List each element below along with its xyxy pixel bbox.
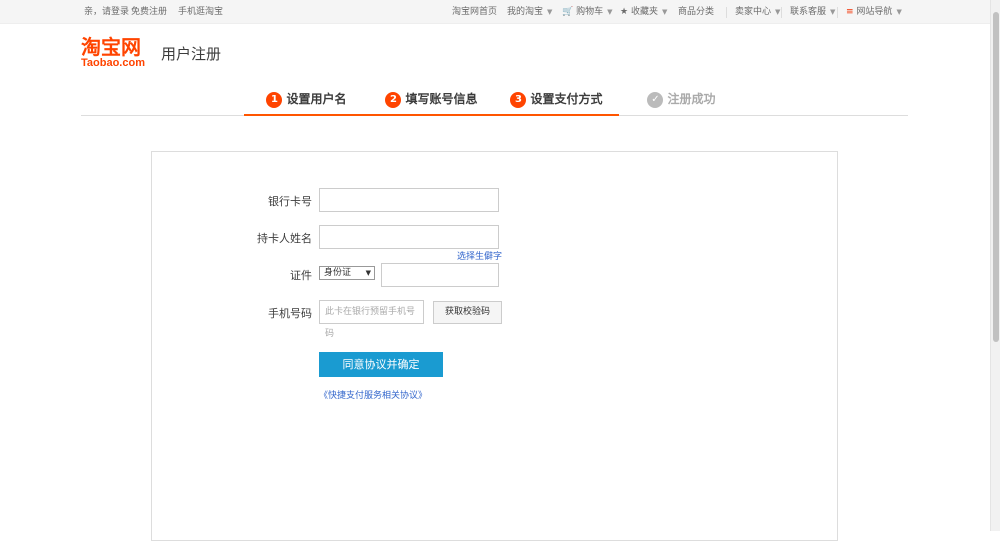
register-link[interactable]: 免费注册 <box>131 7 167 18</box>
logo-text-en: Taobao.com <box>81 57 145 69</box>
id-type-value: 身份证 <box>324 268 352 278</box>
logo-text-cn: 淘宝网 <box>81 35 141 59</box>
cardholder-name-label: 持卡人姓名 <box>257 232 312 245</box>
divider <box>781 7 782 18</box>
id-document-label: 证件 <box>290 269 312 282</box>
card-number-label: 银行卡号 <box>268 195 312 208</box>
phone-number-input[interactable]: 此卡在银行预留手机号码 <box>319 300 424 339</box>
my-taobao-menu[interactable]: 我的淘宝 ▼ <box>507 7 552 18</box>
chevron-down-icon: ▼ <box>896 8 902 16</box>
check-icon: ✓ <box>647 92 664 108</box>
chevron-down-icon: ▼ <box>661 8 668 16</box>
chevron-down-icon: ▼ <box>830 8 836 16</box>
menu-icon: ≡ <box>846 7 854 17</box>
quick-pay-agreement-link[interactable]: 《快捷支付服务相关协议》 <box>319 391 427 402</box>
chevron-down-icon: ▼ <box>607 8 613 16</box>
phone-number-label: 手机号码 <box>268 307 312 320</box>
contact-menu[interactable]: 联系客服 ▼ <box>790 7 835 18</box>
rare-character-link[interactable]: 选择生僻字 <box>457 252 502 263</box>
card-number-input[interactable] <box>319 188 499 212</box>
payment-form-panel: 银行卡号 持卡人姓名 选择生僻字 证件 身份证 ▼ 手机号码 此卡在银行预留手机号… <box>151 151 838 541</box>
step-number-badge: 1 <box>266 92 283 108</box>
step-registration-success: ✓ 注册成功 <box>619 86 744 116</box>
get-verification-code-button[interactable]: 获取校验码 <box>433 301 502 324</box>
cart-label: 购物车 <box>576 7 604 17</box>
chevron-down-icon: ▼ <box>775 8 781 16</box>
favorites-label: 收藏夹 <box>630 7 658 17</box>
step-label: 设置用户名 <box>286 92 347 106</box>
login-link[interactable]: 亲，请登录 <box>84 7 129 18</box>
id-number-input[interactable] <box>381 263 499 287</box>
contact-label: 联系客服 <box>790 7 827 17</box>
step-account-info: 2 填写账号信息 <box>369 86 494 116</box>
vertical-scrollbar[interactable] <box>990 0 1000 531</box>
seller-center-menu[interactable]: 卖家中心 ▼ <box>735 7 780 18</box>
star-icon: ★ <box>620 7 629 17</box>
step-label: 设置支付方式 <box>530 92 603 106</box>
scrollbar-thumb[interactable] <box>993 12 999 342</box>
agree-and-confirm-button[interactable]: 同意协议并确定 <box>319 352 443 377</box>
favorites-menu[interactable]: ★ 收藏夹 ▼ <box>620 7 667 18</box>
divider <box>726 7 727 18</box>
dropdown-arrow-icon: ▼ <box>365 269 371 277</box>
top-bar: 亲，请登录 免费注册 手机逛淘宝 淘宝网首页 我的淘宝 ▼ 🛒 购物车 ▼ ★ 收藏… <box>0 0 990 24</box>
site-nav-menu[interactable]: ≡ 网站导航 ▼ <box>846 7 902 18</box>
cart-icon: 🛒 <box>562 7 574 17</box>
id-type-select[interactable]: 身份证 ▼ <box>319 266 375 280</box>
cart-menu[interactable]: 🛒 购物车 ▼ <box>562 7 613 18</box>
step-number-badge: 3 <box>510 92 527 108</box>
my-taobao-label: 我的淘宝 <box>507 7 544 17</box>
seller-center-label: 卖家中心 <box>735 7 772 17</box>
page-title: 用户注册 <box>161 45 222 63</box>
taobao-home-link[interactable]: 淘宝网首页 <box>452 7 497 18</box>
site-nav-label: 网站导航 <box>856 7 893 17</box>
step-label: 填写账号信息 <box>405 92 478 106</box>
chevron-down-icon: ▼ <box>547 8 553 16</box>
divider <box>837 7 838 18</box>
cardholder-name-input[interactable] <box>319 225 499 249</box>
step-set-username: 1 设置用户名 <box>244 86 369 116</box>
mobile-taobao-link[interactable]: 手机逛淘宝 <box>178 7 223 18</box>
step-number-badge: 2 <box>385 92 402 108</box>
step-label: 注册成功 <box>667 92 716 106</box>
registration-steps: 1 设置用户名 2 填写账号信息 3 设置支付方式 ✓ 注册成功 <box>81 86 908 116</box>
taobao-logo[interactable]: 淘宝网 Taobao.com <box>81 35 155 70</box>
categories-link[interactable]: 商品分类 <box>678 7 714 18</box>
step-payment-method: 3 设置支付方式 <box>494 86 619 116</box>
